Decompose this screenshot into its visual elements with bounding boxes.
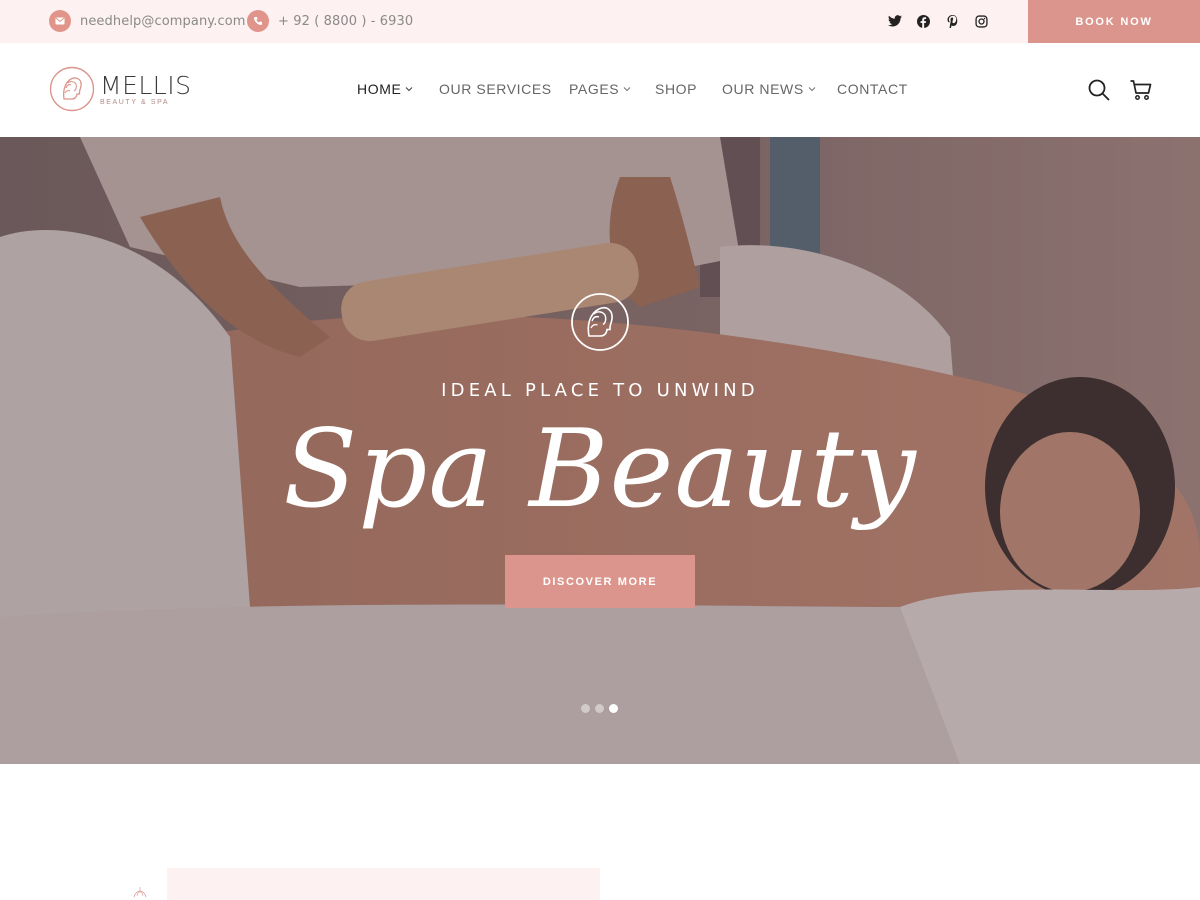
nav-item-our-news[interactable]: OUR NEWS xyxy=(722,81,816,97)
nav-item-label: SHOP xyxy=(655,81,698,97)
envelope-icon xyxy=(49,10,71,32)
chevron-down-icon xyxy=(406,87,413,92)
flower-emblem-icon xyxy=(133,887,147,898)
phone-icon xyxy=(247,10,269,32)
hero-title: Spa Beauty xyxy=(283,407,917,532)
twitter-icon[interactable] xyxy=(887,13,903,29)
slider-dot[interactable] xyxy=(595,704,604,713)
about-section xyxy=(0,764,1200,900)
nav-item-label: HOME xyxy=(357,81,402,97)
logo-name: MELLIS xyxy=(100,70,192,100)
nav-item-home[interactable]: HOME xyxy=(357,81,413,97)
phone-text[interactable]: + 92 ( 8800 ) - 6930 xyxy=(278,14,413,29)
slider-dot[interactable] xyxy=(581,704,590,713)
about-image-placeholder xyxy=(167,868,600,900)
email-text[interactable]: needhelp@company.com xyxy=(80,14,246,29)
nav-item-label: CONTACT xyxy=(837,81,908,97)
phone-contact[interactable]: + 92 ( 8800 ) - 6930 xyxy=(247,10,413,32)
slider-dots xyxy=(581,704,618,713)
face-emblem-icon xyxy=(571,293,629,351)
instagram-icon[interactable] xyxy=(973,13,989,29)
main-header: MELLIS BEAUTY & SPA HOME OUR SERVICES PA… xyxy=(0,43,1200,137)
slider-dot-active[interactable] xyxy=(609,704,618,713)
logo-emblem-icon xyxy=(49,66,95,112)
logo[interactable]: MELLIS BEAUTY & SPA xyxy=(49,66,191,112)
nav-item-our-services[interactable]: OUR SERVICES xyxy=(439,81,552,97)
facebook-icon[interactable] xyxy=(915,13,931,29)
hero-slider: IDEAL PLACE TO UNWIND Spa Beauty DISCOVE… xyxy=(0,137,1200,764)
book-now-button[interactable]: BOOK NOW xyxy=(1028,0,1200,43)
nav-item-label: PAGES xyxy=(569,81,620,97)
nav-item-label: OUR NEWS xyxy=(722,81,804,97)
search-icon[interactable] xyxy=(1087,78,1111,102)
pinterest-icon[interactable] xyxy=(944,13,960,29)
top-bar: needhelp@company.com + 92 ( 8800 ) - 693… xyxy=(0,0,1200,43)
discover-more-button[interactable]: DISCOVER MORE xyxy=(505,555,695,608)
chevron-down-icon xyxy=(623,87,631,92)
nav-item-contact[interactable]: CONTACT xyxy=(837,81,908,97)
nav-item-label: OUR SERVICES xyxy=(439,81,552,97)
chevron-down-icon xyxy=(808,87,816,92)
nav-item-shop[interactable]: SHOP xyxy=(655,81,697,97)
nav-item-pages[interactable]: PAGES xyxy=(569,81,631,97)
email-contact[interactable]: needhelp@company.com xyxy=(49,10,246,32)
cart-icon[interactable] xyxy=(1129,78,1153,102)
logo-tagline: BEAUTY & SPA xyxy=(100,98,170,106)
